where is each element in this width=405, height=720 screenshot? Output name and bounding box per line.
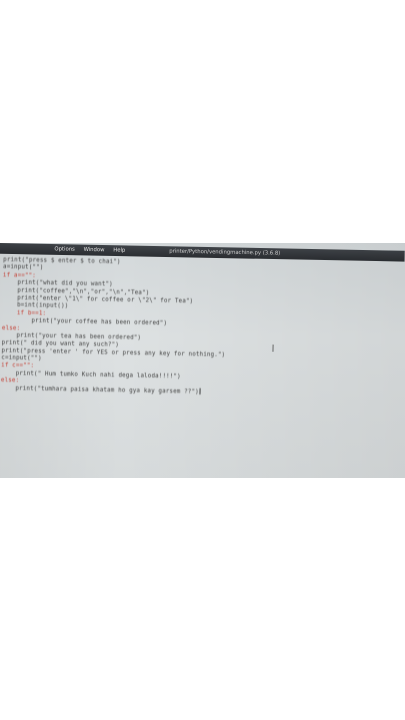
text-caret [199,388,201,395]
photo-of-monitor: Options Window Help printer/Python/vendi… [0,243,405,478]
menu-window[interactable]: Window [84,245,105,256]
menu-help[interactable]: Help [113,245,125,256]
mouse-cursor [272,344,274,352]
menu-options[interactable]: Options [54,244,75,255]
code-editor[interactable]: print("press $ enter $ to chai") a=input(… [0,254,405,399]
idle-editor-window: Options Window Help printer/Python/vendi… [0,243,405,476]
